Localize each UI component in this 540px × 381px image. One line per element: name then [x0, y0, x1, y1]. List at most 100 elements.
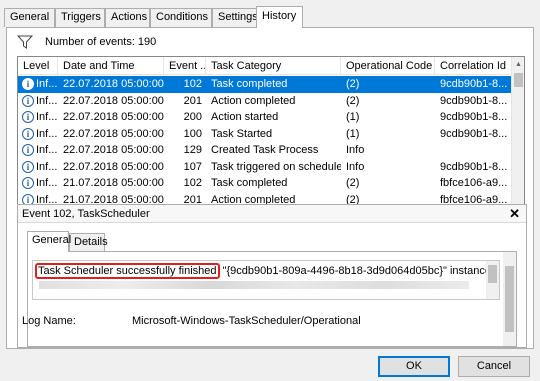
- message-text: "{9cdb90b1-809a-4496-8b18-3d9d064d05bc}"…: [219, 265, 500, 277]
- cell-event-id: 102: [183, 78, 202, 90]
- cell-event-id: 201: [183, 94, 202, 107]
- level-text: Inf...: [36, 94, 58, 107]
- details-tab-general[interactable]: General: [27, 231, 71, 252]
- level-text: Inf...: [36, 111, 58, 123]
- table-row[interactable]: i Inf... 22.07.2018 05:00:00 200 Action star…: [18, 109, 512, 126]
- cell-correlation-id: 9cdb90b1-8...: [440, 78, 508, 90]
- tab-strip: General Triggers Actions Conditions Sett…: [4, 6, 536, 28]
- history-table[interactable]: Level Date and Time Event ... Task Categ…: [17, 56, 525, 220]
- tab-settings[interactable]: Settings: [212, 8, 258, 27]
- cell-event-id: 200: [183, 111, 202, 123]
- history-pane: Number of events: 190 Level Date and Tim…: [6, 27, 534, 349]
- cell-event-id: 100: [183, 127, 202, 140]
- highlighted-message: Task Scheduler successfully finished: [35, 263, 220, 279]
- blurred-text: [39, 281, 469, 289]
- event-message-box[interactable]: Task Scheduler successfully finished "{9…: [32, 260, 500, 300]
- cell-level: i Inf...: [18, 76, 58, 93]
- cell-task-category: Action started: [211, 111, 279, 123]
- cell-operational-code: Info: [346, 144, 365, 156]
- table-row[interactable]: i Inf... 21.07.2018 05:00:00 102 Task comple…: [18, 175, 512, 192]
- tab-history[interactable]: History: [256, 6, 303, 28]
- cell-level: i Inf...: [18, 159, 58, 176]
- info-icon: i: [22, 127, 34, 140]
- info-icon: i: [22, 94, 34, 107]
- cell-correlation-id: 9cdb90b1-8...: [440, 160, 508, 173]
- cell-operational-code: (2): [346, 94, 360, 107]
- cell-operational-code: (2): [346, 177, 360, 189]
- table-row[interactable]: i Inf... 22.07.2018 05:00:00 102 Task comple…: [18, 76, 512, 93]
- close-icon[interactable]: ✕: [509, 205, 520, 223]
- cell-date-and-time: 22.07.2018 05:00:00: [63, 127, 164, 140]
- tab-general[interactable]: General: [4, 8, 55, 27]
- table-scrollbar[interactable]: ▲ ▼: [511, 57, 524, 219]
- scroll-up-icon[interactable]: ▲: [512, 57, 524, 71]
- cell-date-and-time: 22.07.2018 05:00:00: [63, 94, 164, 107]
- cell-level: i Inf...: [18, 126, 58, 143]
- details-scrollbar[interactable]: [503, 252, 516, 346]
- cell-task-category: Task Started: [211, 127, 273, 140]
- info-icon: i: [22, 160, 34, 173]
- cell-date-and-time: 22.07.2018 05:00:00: [63, 160, 164, 173]
- column-header-level[interactable]: Level: [18, 57, 58, 75]
- cell-correlation-id: 9cdb90b1-8...: [440, 94, 508, 107]
- cell-level: i Inf...: [18, 175, 58, 192]
- info-icon: i: [22, 144, 34, 156]
- info-icon: i: [22, 78, 34, 90]
- level-text: Inf...: [36, 144, 58, 156]
- tab-triggers[interactable]: Triggers: [55, 8, 105, 27]
- cancel-button[interactable]: Cancel: [458, 356, 530, 377]
- cell-correlation-id: 9cdb90b1-8...: [440, 111, 508, 123]
- ok-button[interactable]: OK: [378, 356, 450, 377]
- cell-level: i Inf...: [18, 142, 58, 159]
- cell-level: i Inf...: [18, 109, 58, 126]
- cell-task-category: Task completed: [211, 78, 288, 90]
- table-row[interactable]: i Inf... 22.07.2018 05:00:00 100 Task Starte…: [18, 126, 512, 143]
- cell-operational-code: (2): [346, 78, 360, 90]
- cell-event-id: 129: [183, 144, 202, 156]
- details-title-text: Event 102, TaskScheduler: [22, 208, 150, 220]
- column-header-task-category[interactable]: Task Category: [206, 57, 341, 75]
- filter-icon[interactable]: [17, 34, 33, 50]
- cell-date-and-time: 22.07.2018 05:00:00: [63, 111, 164, 123]
- cell-date-and-time: 21.07.2018 05:00:00: [63, 177, 164, 189]
- tab-conditions[interactable]: Conditions: [150, 8, 212, 27]
- cell-correlation-id: fbfce106-a9...: [440, 177, 508, 189]
- cell-correlation-id: 9cdb90b1-8...: [440, 127, 508, 140]
- log-name-label: Log Name:: [22, 315, 76, 327]
- level-text: Inf...: [36, 78, 58, 90]
- cell-task-category: Task completed: [211, 177, 288, 189]
- cell-correlation-id: [435, 142, 512, 159]
- message-scrollbar[interactable]: [486, 261, 499, 299]
- tab-actions[interactable]: Actions: [105, 8, 150, 27]
- scroll-thumb[interactable]: [514, 73, 523, 87]
- level-text: Inf...: [36, 177, 58, 189]
- info-icon: i: [22, 111, 34, 123]
- details-general-pane: Task Scheduler successfully finished "{9…: [27, 251, 517, 347]
- table-row[interactable]: i Inf... 22.07.2018 05:00:00 201 Action comp…: [18, 93, 512, 110]
- column-header-correlation-id[interactable]: Correlation Id: [435, 57, 512, 75]
- cell-level: i Inf...: [18, 93, 58, 110]
- cell-operational-code: (1): [346, 127, 360, 140]
- level-text: Inf...: [36, 160, 58, 173]
- cell-event-id: 107: [183, 160, 202, 173]
- cell-task-category: Action completed: [211, 94, 296, 107]
- cell-event-id: 102: [183, 177, 202, 189]
- table-header: Level Date and Time Event ... Task Categ…: [18, 57, 512, 75]
- cell-operational-code: Info: [346, 160, 365, 173]
- log-name-value: Microsoft-Windows-TaskScheduler/Operatio…: [132, 315, 361, 327]
- level-text: Inf...: [36, 127, 58, 140]
- info-icon: i: [22, 177, 34, 189]
- column-header-operational-code[interactable]: Operational Code: [341, 57, 435, 75]
- table-row[interactable]: i Inf... 22.07.2018 05:00:00 129 Created Tas…: [18, 142, 512, 159]
- cell-task-category: Created Task Process: [211, 144, 319, 156]
- events-bar: Number of events: 190: [17, 32, 525, 52]
- events-count: Number of events: 190: [45, 36, 157, 48]
- cell-date-and-time: 22.07.2018 05:00:00: [63, 78, 164, 90]
- details-tab-details[interactable]: Details: [69, 233, 108, 251]
- table-row[interactable]: i Inf... 22.07.2018 05:00:00 107 Task trigge…: [18, 159, 512, 176]
- cell-operational-code: (1): [346, 111, 360, 123]
- cell-date-and-time: 22.07.2018 05:00:00: [63, 144, 164, 156]
- cell-task-category: Task triggered on scheduler: [211, 160, 341, 173]
- column-header-event-id[interactable]: Event ...: [164, 57, 206, 75]
- column-header-date-and-time[interactable]: Date and Time: [58, 57, 164, 75]
